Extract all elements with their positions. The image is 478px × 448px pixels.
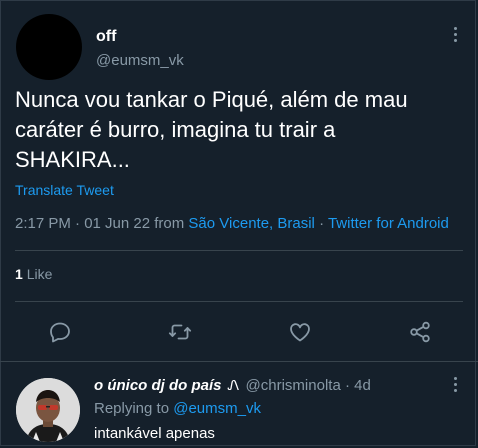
name-emoji-mark: Ꮑ	[227, 377, 240, 393]
author-display-name[interactable]: off	[96, 28, 116, 46]
like-count-label: Like	[26, 266, 53, 282]
reply-header: o único dj do país Ꮑ @chrisminolta · 4d	[94, 377, 371, 394]
tweet-source-link[interactable]: Twitter for Android	[328, 215, 449, 232]
meta-separator: ·	[319, 215, 325, 232]
author-handle[interactable]: @eumsm_vk	[96, 52, 184, 69]
tweet-text-line: SHAKIRA...	[15, 147, 130, 172]
like-icon[interactable]	[286, 318, 314, 346]
reply-text: intankável apenas	[94, 425, 215, 442]
divider	[15, 250, 463, 251]
tweet-text-line: Nunca vou tankar o Piqué, além de mau	[15, 87, 408, 112]
tweet-text-line: caráter é burro, imagina tu trair a	[15, 117, 336, 142]
like-count-number: 1	[15, 266, 23, 282]
divider	[15, 301, 463, 302]
divider	[0, 361, 478, 362]
replying-to-label: Replying to	[94, 400, 170, 417]
tweet-text: Nunca vou tankar o Piqué, além de mau ca…	[15, 85, 455, 175]
share-icon[interactable]	[406, 318, 434, 346]
reply-separator: ·	[344, 377, 350, 394]
tweet-metadata: 2:17 PM · 01 Jun 22 from São Vicente, Br…	[15, 215, 449, 232]
reply-author-handle[interactable]: @chrisminolta	[246, 377, 341, 394]
retweet-icon[interactable]	[166, 318, 194, 346]
replying-to: Replying to @eumsm_vk	[94, 400, 261, 417]
tweet-location-link[interactable]: São Vicente, Brasil	[188, 215, 314, 232]
reply-author-avatar[interactable]	[16, 378, 80, 442]
author-avatar[interactable]	[16, 14, 82, 80]
reply-icon[interactable]	[46, 318, 74, 346]
reply-more-options-icon[interactable]	[445, 374, 465, 394]
reply-author-name[interactable]: o único dj do país	[94, 377, 222, 394]
replying-to-handle-link[interactable]: @eumsm_vk	[173, 400, 261, 417]
tweet-timestamp[interactable]: 2:17 PM · 01 Jun 22 from	[15, 215, 184, 232]
reply-age[interactable]: 4d	[354, 377, 371, 394]
translate-tweet-link[interactable]: Translate Tweet	[15, 182, 114, 198]
likes-count[interactable]: 1 Like	[15, 266, 52, 282]
more-options-icon[interactable]	[445, 24, 465, 44]
